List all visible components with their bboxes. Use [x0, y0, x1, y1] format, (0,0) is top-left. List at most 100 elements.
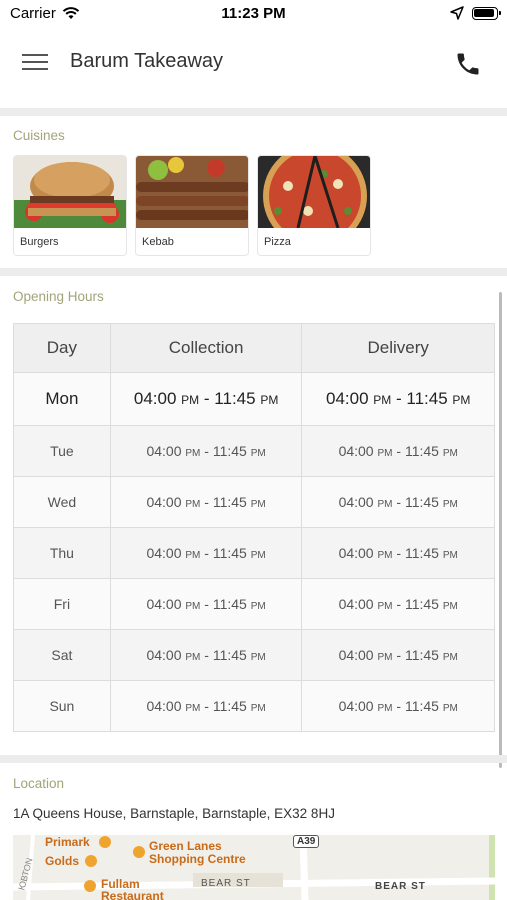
day-cell: Sun [13, 680, 111, 732]
location-map[interactable]: ЮВТОN Primark Golds Green Lanes Shopping… [13, 835, 495, 900]
time-separator: - [396, 698, 402, 714]
period-label: PM [442, 601, 458, 612]
time-separator: - [396, 596, 402, 612]
close-time: 11:45 [214, 389, 256, 408]
map-label-shopping-centre: Shopping Centre [149, 852, 246, 866]
column-header-delivery: Delivery [301, 323, 495, 373]
address-text: 1A Queens House, Barnstaple, Barnstaple,… [13, 806, 335, 821]
location-title: Location [13, 776, 65, 791]
time-separator: - [204, 596, 209, 612]
period-label: PM [442, 550, 458, 561]
collection-hours-cell: 04:00 PM - 11:45 PM [109, 425, 303, 477]
golds-pin-icon [85, 855, 97, 867]
map-label-bear-st-1: BEAR ST [201, 878, 251, 889]
hamburger-menu-icon[interactable] [22, 52, 48, 72]
cuisine-label-pizza: Pizza [264, 236, 291, 248]
open-time: 04:00 [146, 494, 182, 510]
collection-hours-cell: 04:00 PM - 11:45 PM [109, 372, 303, 426]
delivery-hours-cell: 04:00 PM - 11:45 PM [301, 476, 495, 528]
open-time: 04:00 [146, 647, 182, 663]
time-separator: - [204, 443, 209, 459]
open-time: 04:00 [146, 443, 182, 459]
collection-hours-cell: 04:00 PM - 11:45 PM [109, 629, 303, 681]
period-label: PM [185, 448, 201, 459]
period-label: PM [377, 550, 393, 561]
section-divider [0, 755, 507, 763]
time-separator: - [396, 545, 402, 561]
cuisine-card-kebab[interactable]: Kebab [135, 155, 249, 256]
scrollbar[interactable] [499, 292, 502, 768]
delivery-hours-cell: 04:00 PM - 11:45 PM [301, 680, 495, 732]
period-label: PM [185, 652, 201, 663]
page-title: Barum Takeaway [70, 50, 224, 72]
burger-image [14, 156, 126, 228]
open-time: 04:00 [338, 545, 374, 561]
time-separator: - [204, 647, 209, 663]
close-time: 11:45 [404, 494, 439, 510]
period-label: PM [442, 499, 458, 510]
time-separator: - [396, 494, 402, 510]
cuisines-title: Cuisines [13, 128, 65, 143]
delivery-hours-cell: 04:00 PM - 11:45 PM [301, 425, 495, 477]
period-label: PM [260, 393, 279, 407]
cuisine-card-pizza[interactable]: Pizza [257, 155, 371, 256]
close-time: 11:45 [404, 443, 439, 459]
period-label: PM [185, 550, 201, 561]
period-label: PM [377, 703, 393, 714]
day-cell: Wed [13, 476, 111, 528]
table-row: Tue 04:00 PM - 11:45 PM 04:00 PM - 11:45 P… [13, 425, 495, 477]
opening-hours-table: Day Collection Delivery Mon 04:00 PM - 11… [13, 323, 495, 732]
period-label: PM [250, 448, 266, 459]
column-header-collection: Collection [109, 323, 303, 373]
location-arrow-icon [450, 6, 464, 20]
delivery-hours-cell: 04:00 PM - 11:45 PM [301, 629, 495, 681]
open-time: 04:00 [338, 494, 374, 510]
period-label: PM [181, 393, 200, 407]
map-label-green-lanes: Green Lanes [149, 839, 222, 853]
period-label: PM [442, 448, 458, 459]
delivery-hours-cell: 04:00 PM - 11:45 PM [301, 578, 495, 630]
delivery-hours-cell: 04:00 PM - 11:45 PM [301, 372, 495, 426]
close-time: 11:45 [212, 596, 247, 612]
app-header: Barum Takeaway [0, 28, 507, 108]
table-row: Sun 04:00 PM - 11:45 PM 04:00 PM - 11:45 P… [13, 680, 495, 732]
period-label: PM [250, 703, 266, 714]
table-row: Wed 04:00 PM - 11:45 PM 04:00 PM - 11:45 P… [13, 476, 495, 528]
map-label-bear-st-2: BEAR ST [375, 881, 426, 892]
collection-hours-cell: 04:00 PM - 11:45 PM [109, 476, 303, 528]
column-header-day: Day [13, 323, 111, 373]
period-label: PM [452, 393, 471, 407]
table-header-row: Day Collection Delivery [13, 323, 495, 373]
period-label: PM [185, 601, 201, 612]
primark-pin-icon [99, 836, 111, 848]
collection-hours-cell: 04:00 PM - 11:45 PM [109, 680, 303, 732]
table-row: Fri 04:00 PM - 11:45 PM 04:00 PM - 11:45 P… [13, 578, 495, 630]
fullam-pin-icon [84, 880, 96, 892]
day-cell: Fri [13, 578, 111, 630]
opening-hours-title: Opening Hours [13, 289, 104, 304]
time-separator: - [396, 443, 402, 459]
close-time: 11:45 [212, 494, 247, 510]
period-label: PM [250, 652, 266, 663]
period-label: PM [377, 601, 393, 612]
status-bar: Carrier 11:23 PM [0, 0, 507, 28]
period-label: PM [442, 703, 458, 714]
cuisine-card-burgers[interactable]: Burgers [13, 155, 127, 256]
close-time: 11:45 [404, 647, 439, 663]
period-label: PM [377, 499, 393, 510]
period-label: PM [185, 703, 201, 714]
close-time: 11:45 [404, 545, 439, 561]
map-label-primark: Primark [45, 835, 90, 849]
phone-icon[interactable] [454, 50, 482, 78]
delivery-hours-cell: 04:00 PM - 11:45 PM [301, 527, 495, 579]
table-row: Thu 04:00 PM - 11:45 PM 04:00 PM - 11:45 P… [13, 527, 495, 579]
table-row: Sat 04:00 PM - 11:45 PM 04:00 PM - 11:45 P… [13, 629, 495, 681]
open-time: 04:00 [325, 389, 369, 408]
open-time: 04:00 [338, 647, 374, 663]
period-label: PM [250, 499, 266, 510]
open-time: 04:00 [338, 443, 374, 459]
open-time: 04:00 [338, 698, 374, 714]
time-separator: - [204, 698, 209, 714]
table-row: Mon 04:00 PM - 11:45 PM 04:00 PM - 11:45 P… [13, 372, 495, 426]
shopping-pin-icon [133, 846, 145, 858]
